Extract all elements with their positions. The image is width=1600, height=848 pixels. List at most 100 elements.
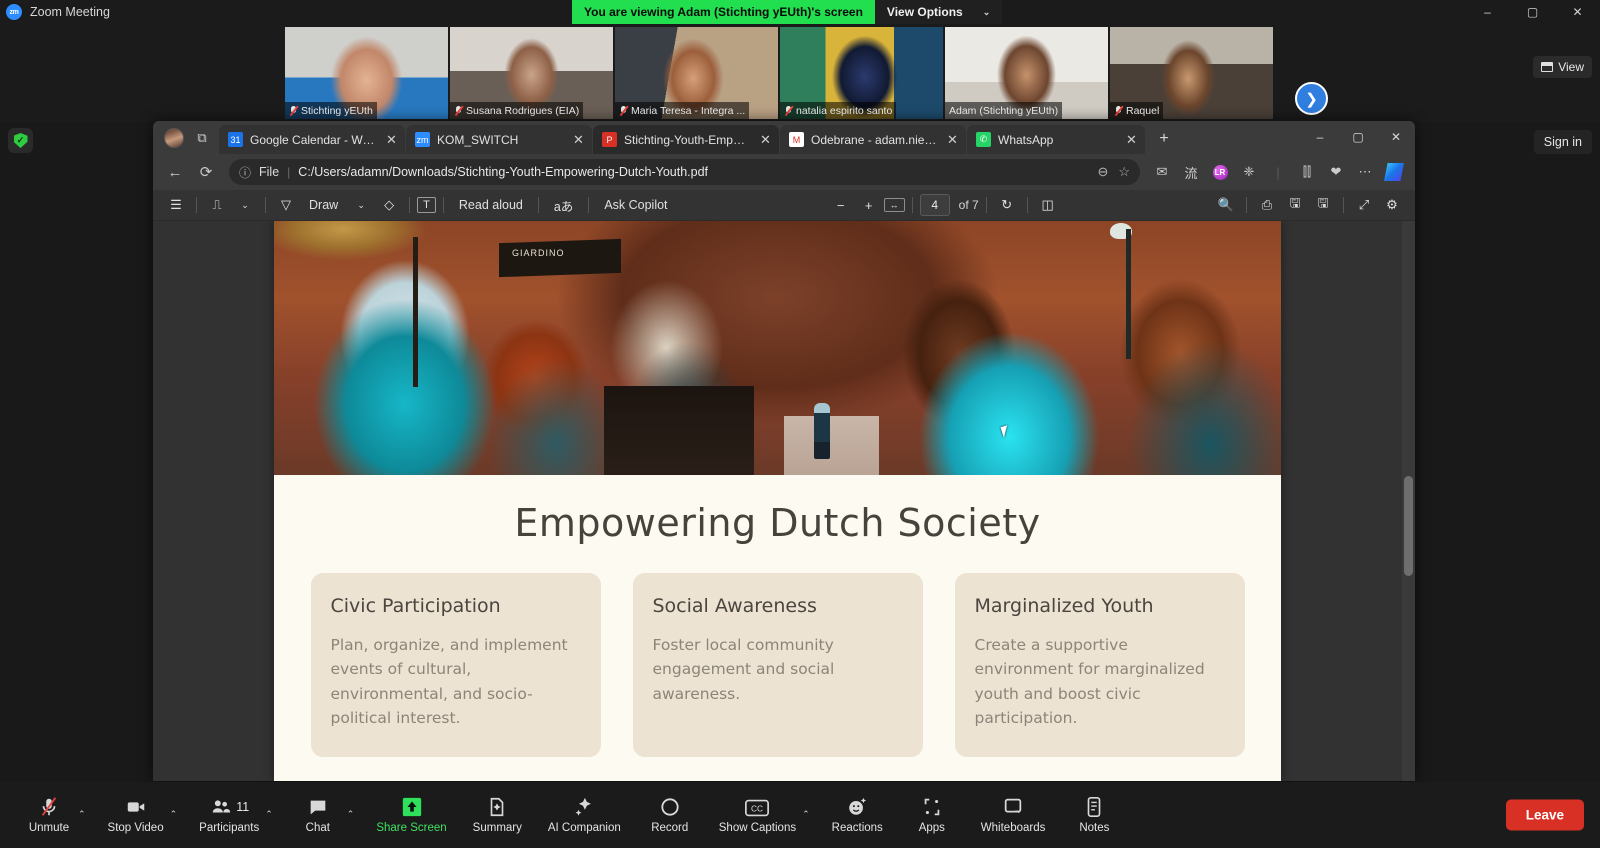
browser-minimize-button[interactable]: – bbox=[1301, 122, 1339, 152]
collections-icon[interactable]: ❤ bbox=[1323, 159, 1349, 185]
mail-icon[interactable]: ✉ bbox=[1149, 159, 1175, 185]
translate-icon[interactable]: aあ bbox=[546, 193, 581, 217]
draw-icon[interactable]: ▽ bbox=[273, 193, 299, 217]
view-options-button[interactable]: View Options ⌄ bbox=[874, 0, 1003, 24]
zoom-control-summary[interactable]: Summary bbox=[469, 796, 526, 834]
zoom-control-participants[interactable]: 11 Participants bbox=[195, 796, 263, 834]
tab-actions-icon[interactable]: ⧉ bbox=[191, 127, 213, 149]
back-icon[interactable]: ← bbox=[161, 159, 189, 185]
sign-in-button[interactable]: Sign in bbox=[1533, 130, 1592, 154]
zoom-control-ai-companion[interactable]: AI Companion bbox=[544, 796, 625, 834]
zoom-control-stop-video[interactable]: Stop Video bbox=[104, 796, 168, 834]
participant-thumbnail[interactable]: Stichting yEUth bbox=[285, 27, 448, 119]
zoom-control-unmute[interactable]: Unmute bbox=[22, 796, 76, 834]
draw-chevron-down-icon[interactable]: ⌄ bbox=[348, 193, 374, 217]
page-number-input[interactable]: 4 bbox=[919, 194, 950, 216]
participant-thumbnail[interactable]: Raquel bbox=[1110, 27, 1273, 119]
tab-close-icon[interactable]: ✕ bbox=[758, 132, 773, 148]
chevron-up-icon[interactable]: ⌃ bbox=[802, 809, 810, 820]
settings-gear-icon[interactable]: ⚙ bbox=[1379, 193, 1405, 217]
address-bar[interactable]: ⓘ File | C:/Users/adamn/Downloads/Sticht… bbox=[229, 159, 1140, 185]
browser-tab[interactable]: zm KOM_SWITCH ✕ bbox=[406, 125, 592, 154]
lastpass-icon[interactable]: LR bbox=[1207, 159, 1233, 185]
chevron-up-icon[interactable]: ⌃ bbox=[347, 809, 355, 820]
page-layout-icon[interactable]: ◫ bbox=[1035, 193, 1061, 217]
eraser-icon[interactable]: ◇ bbox=[376, 193, 402, 217]
chevron-up-icon[interactable]: ⌃ bbox=[265, 809, 273, 820]
close-button[interactable]: ✕ bbox=[1555, 0, 1600, 24]
search-icon[interactable]: 🔍 bbox=[1213, 193, 1239, 217]
zoom-out-button[interactable]: − bbox=[828, 193, 854, 217]
translate-extension-icon[interactable]: 流 bbox=[1178, 159, 1204, 185]
pdf-page: GIARDINO Empowering Dutch Society Civic … bbox=[274, 221, 1281, 781]
security-shield-badge[interactable] bbox=[8, 128, 33, 153]
save-icon[interactable]: 🖫 bbox=[1282, 193, 1308, 217]
leave-meeting-button[interactable]: Leave bbox=[1505, 799, 1584, 831]
participant-thumbnail[interactable]: Adam (Stichting yEUth) bbox=[945, 27, 1108, 119]
favorite-star-icon[interactable]: ☆ bbox=[1118, 164, 1130, 180]
highlight-chevron-down-icon[interactable]: ⌄ bbox=[232, 193, 258, 217]
fullscreen-icon[interactable]: ⤢ bbox=[1351, 193, 1377, 217]
copilot-icon[interactable] bbox=[1381, 159, 1407, 185]
hero-sign-text: GIARDINO bbox=[512, 248, 565, 258]
ask-copilot-button[interactable]: Ask Copilot bbox=[596, 193, 675, 217]
tab-close-icon[interactable]: ✕ bbox=[1124, 132, 1139, 148]
browser-close-button[interactable]: ✕ bbox=[1377, 122, 1415, 152]
zoom-control-group: Record bbox=[643, 796, 697, 834]
pdf-scrollbar-thumb[interactable] bbox=[1404, 476, 1413, 576]
puzzle-extension-icon[interactable]: ❈ bbox=[1236, 159, 1262, 185]
zoom-control-show-captions[interactable]: CC Show Captions bbox=[715, 796, 800, 834]
save-as-icon[interactable]: 🖫 bbox=[1310, 193, 1336, 217]
split-screen-icon[interactable]: ⫿⫿ bbox=[1294, 159, 1320, 185]
site-info-icon[interactable]: ⓘ bbox=[239, 164, 251, 181]
maximize-button[interactable]: ▢ bbox=[1510, 0, 1555, 24]
toc-icon[interactable]: ☰ bbox=[163, 193, 189, 217]
tab-close-icon[interactable]: ✕ bbox=[945, 132, 960, 148]
page-title: Empowering Dutch Society bbox=[514, 501, 1041, 545]
zoom-out-page-icon[interactable]: ⊖ bbox=[1097, 164, 1108, 180]
zoom-control-share-screen[interactable]: Share Screen bbox=[372, 796, 450, 834]
zoom-control-apps[interactable]: Apps bbox=[905, 796, 959, 834]
add-text-icon[interactable]: T bbox=[417, 197, 436, 213]
participant-name: Susana Rodrigues (EIA) bbox=[466, 104, 580, 117]
minimize-button[interactable]: – bbox=[1465, 0, 1510, 24]
more-options-icon[interactable]: ⋯ bbox=[1352, 159, 1378, 185]
zoom-in-button[interactable]: + bbox=[856, 193, 882, 217]
participant-thumbnail[interactable]: Susana Rodrigues (EIA) bbox=[450, 27, 613, 119]
draw-button[interactable]: Draw bbox=[301, 193, 346, 217]
viewing-screen-banner: You are viewing Adam (Stichting yEUth)'s… bbox=[572, 0, 1003, 24]
reload-icon[interactable]: ⟳ bbox=[192, 159, 220, 185]
zoom-control-record[interactable]: Record bbox=[643, 796, 697, 834]
browser-maximize-button[interactable]: ▢ bbox=[1339, 122, 1377, 152]
profile-avatar[interactable] bbox=[164, 128, 184, 148]
view-layout-button[interactable]: View bbox=[1533, 56, 1592, 78]
browser-tab[interactable]: 31 Google Calendar - Week of 26 Fe ✕ bbox=[219, 125, 405, 154]
chevron-up-icon[interactable]: ⌃ bbox=[78, 809, 86, 820]
pdf-viewport: GIARDINO Empowering Dutch Society Civic … bbox=[153, 221, 1415, 781]
pdf-scrollbar-track[interactable] bbox=[1402, 221, 1415, 781]
tab-close-icon[interactable]: ✕ bbox=[384, 132, 399, 148]
zoom-control-whiteboards[interactable]: Whiteboards bbox=[977, 796, 1050, 834]
zoom-control-chat[interactable]: Chat bbox=[291, 796, 345, 834]
read-aloud-button[interactable]: Read aloud bbox=[451, 193, 531, 217]
fit-to-width-icon[interactable]: ↔ bbox=[883, 198, 905, 212]
card-body: Foster local community engagement and so… bbox=[652, 636, 835, 703]
browser-tab[interactable]: P Stichting-Youth-Empowering-Du ✕ bbox=[593, 125, 779, 154]
browser-tab[interactable]: ✆ WhatsApp ✕ bbox=[967, 125, 1145, 154]
new-tab-button[interactable]: + bbox=[1153, 130, 1175, 148]
participant-thumbnail[interactable]: natalia espirito santo bbox=[780, 27, 943, 119]
participant-thumbnail[interactable]: Maria Teresa - Integra ... bbox=[615, 27, 778, 119]
zoom-control-reactions[interactable]: Reactions bbox=[828, 796, 887, 834]
tab-close-icon[interactable]: ✕ bbox=[571, 132, 586, 148]
browser-tab[interactable]: M Odebrane - adam.nieweglowski7 ✕ bbox=[780, 125, 966, 154]
rotate-icon[interactable]: ↻ bbox=[994, 193, 1020, 217]
print-icon[interactable]: ⎙ bbox=[1254, 193, 1280, 217]
hero-banner-sign bbox=[499, 238, 621, 278]
apps-icon bbox=[920, 796, 944, 818]
zoom-control-notes[interactable]: Notes bbox=[1067, 796, 1121, 834]
chevron-up-icon[interactable]: ⌃ bbox=[170, 809, 178, 820]
next-page-arrow-icon[interactable]: ❯ bbox=[1295, 82, 1328, 115]
highlight-icon[interactable]: ⎍ bbox=[204, 193, 230, 217]
toolbar-divider bbox=[1026, 197, 1028, 213]
zoom-control-label: Stop Video bbox=[107, 822, 164, 834]
